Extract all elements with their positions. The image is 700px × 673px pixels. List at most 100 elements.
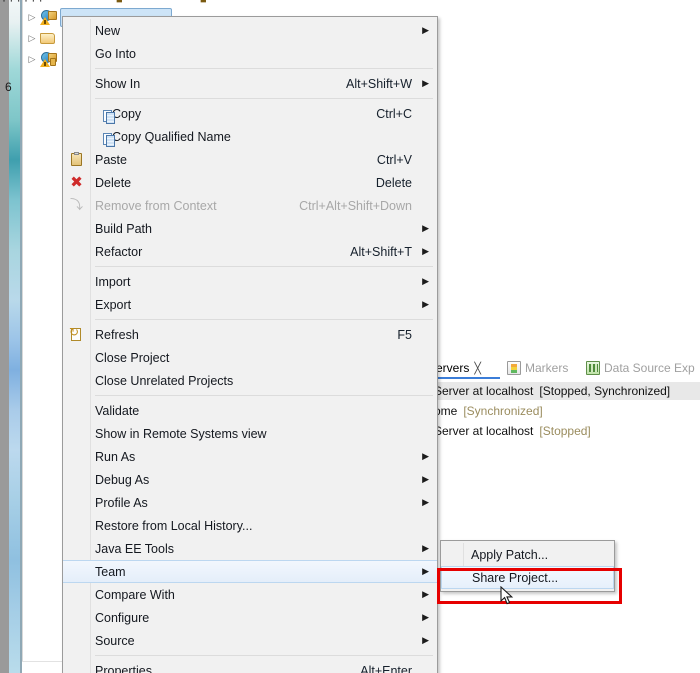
menu-separator: [95, 68, 433, 69]
menu-item-label: Share Project...: [472, 570, 559, 585]
menu-item-shortcut: F5: [397, 327, 412, 342]
menu-item-remove-from-context[interactable]: ⤵ Remove from Context Ctrl+Alt+Shift+Down ▶: [63, 194, 437, 217]
delete-icon: ✖: [70, 173, 83, 191]
menu-item-import[interactable]: Import ▶: [63, 270, 437, 293]
menu-item-label: Copy Qualified Name: [112, 129, 231, 144]
menu-item-shortcut: Alt+Enter: [360, 663, 412, 673]
menu-item-restore-from-local-history[interactable]: Restore from Local History... ▶: [63, 514, 437, 537]
menu-item-label: Source: [95, 633, 135, 648]
menu-item-source[interactable]: Source ▶: [63, 629, 437, 652]
menu-item-paste[interactable]: Paste Ctrl+V ▶: [63, 148, 437, 171]
close-icon[interactable]: ╳: [474, 362, 481, 375]
submenu-arrow-spacer: ▶: [421, 376, 429, 386]
window-left-gutter: [0, 0, 9, 673]
menu-item-label: Team: [95, 564, 126, 579]
menu-separator: [95, 98, 433, 99]
submenu-arrow-icon: ▶: [422, 223, 429, 234]
submenu-arrow-icon: ▶: [422, 635, 429, 646]
menu-item-configure[interactable]: Configure ▶: [63, 606, 437, 629]
submenu-arrow-spacer: ▶: [421, 201, 429, 211]
menu-item-label: Run As: [95, 449, 136, 464]
submenu-arrow-spacer: ▶: [421, 178, 429, 188]
editor-partial-number: 6: [5, 80, 12, 94]
tab-servers[interactable]: ervers ╳: [436, 358, 481, 378]
menu-item-compare-with[interactable]: Compare With ▶: [63, 583, 437, 606]
menu-item-label: Compare With: [95, 587, 175, 602]
menu-item-validate[interactable]: Validate ▶: [63, 399, 437, 422]
menu-item-export[interactable]: Export ▶: [63, 293, 437, 316]
server-row[interactable]: Server at localhost [Stopped, Synchroniz…: [434, 382, 700, 400]
submenu-arrow-icon: ▶: [422, 543, 429, 554]
submenu-arrow-spacer: ▶: [421, 49, 429, 59]
vertical-color-strip: [9, 0, 20, 673]
menu-item-copy-qualified-name[interactable]: Copy Qualified Name ▶: [63, 125, 437, 148]
submenu-arrow-icon: ▶: [422, 566, 429, 577]
menu-separator: [95, 395, 433, 396]
menu-item-label: Paste: [95, 152, 127, 167]
menu-item-debug-as[interactable]: Debug As ▶: [63, 468, 437, 491]
menu-item-delete[interactable]: ✖ Delete Delete ▶: [63, 171, 437, 194]
project-context-menu[interactable]: New ▶ Go Into ▶ Show In Alt+Shift+W ▶ Copy Ctrl+…: [62, 16, 438, 673]
menu-item-shortcut: Ctrl+Alt+Shift+Down: [299, 198, 412, 213]
menu-item-label: Close Project: [95, 350, 170, 365]
server-state: [Stopped, Synchronized]: [539, 384, 671, 398]
submenu-arrow-icon: ▶: [422, 78, 429, 89]
server-row[interactable]: ome [Synchronized]: [434, 402, 543, 420]
menu-item-label: Configure: [95, 610, 150, 625]
menu-item-show-in[interactable]: Show In Alt+Shift+W ▶: [63, 72, 437, 95]
server-row[interactable]: Server at localhost [Stopped]: [434, 422, 591, 440]
menu-item-label: Delete: [95, 175, 132, 190]
menu-item-team[interactable]: Team ▶: [63, 560, 437, 583]
menu-item-label: Copy: [112, 106, 142, 121]
menu-item-label: New: [95, 23, 121, 38]
menu-separator: [95, 266, 433, 267]
tab-markers[interactable]: Markers: [507, 358, 568, 378]
tab-data-source-explorer[interactable]: Data Source Exp: [586, 358, 695, 378]
tab-servers-label: ervers: [436, 361, 470, 375]
menu-item-shortcut: Ctrl+C: [376, 106, 412, 121]
menu-item-profile-as[interactable]: Profile As ▶: [63, 491, 437, 514]
menu-item-label: Show In: [95, 76, 141, 91]
menu-item-properties[interactable]: Properties Alt+Enter ▶: [63, 659, 437, 673]
tab-markers-label: Markers: [525, 361, 569, 375]
views-tab-strip[interactable]: ervers ╳ Markers Data Source Exp: [434, 357, 700, 379]
menu-item-new[interactable]: New ▶: [63, 19, 437, 42]
menu-item-close-unrelated-projects[interactable]: Close Unrelated Projects ▶: [63, 369, 437, 392]
menu-item-label: Close Unrelated Projects: [95, 373, 234, 388]
copy-qualified-name-icon: [100, 131, 117, 148]
menu-item-apply-patch[interactable]: Apply Patch...: [441, 543, 614, 566]
submenu-arrow-icon: ▶: [422, 299, 429, 310]
menu-item-run-as[interactable]: Run As ▶: [63, 445, 437, 468]
servers-view-body[interactable]: Server at localhost [Stopped, Synchroniz…: [434, 382, 700, 462]
submenu-arrow-spacer: ▶: [421, 429, 429, 439]
menu-item-java-ee-tools[interactable]: Java EE Tools ▶: [63, 537, 437, 560]
menu-item-close-project[interactable]: Close Project ▶: [63, 346, 437, 369]
menu-item-shortcut: Alt+Shift+T: [350, 244, 412, 259]
copy-icon: [100, 108, 117, 125]
submenu-arrow-icon: ▶: [422, 246, 429, 257]
menu-item-label: Properties: [95, 663, 152, 673]
menu-item-label: Refactor: [95, 244, 143, 259]
menu-item-copy[interactable]: Copy Ctrl+C ▶: [63, 102, 437, 125]
menu-item-refresh[interactable]: Refresh F5 ▶: [63, 323, 437, 346]
menu-item-label: Import: [95, 274, 131, 289]
menu-item-go-into[interactable]: Go Into ▶: [63, 42, 437, 65]
data-source-explorer-icon: [586, 361, 600, 375]
menu-item-share-project[interactable]: Share Project...: [441, 566, 614, 589]
submenu-arrow-icon: ▶: [422, 612, 429, 623]
menu-item-build-path[interactable]: Build Path ▶: [63, 217, 437, 240]
submenu-arrow-spacer: ▶: [421, 666, 429, 673]
menu-item-label: Build Path: [95, 221, 152, 236]
team-submenu[interactable]: Apply Patch... Share Project...: [440, 540, 615, 592]
menu-item-refactor[interactable]: Refactor Alt+Shift+T ▶: [63, 240, 437, 263]
menu-item-label: Java EE Tools: [95, 541, 174, 556]
submenu-arrow-spacer: ▶: [421, 406, 429, 416]
server-name: Server at localhost: [434, 424, 534, 438]
eclipse-ide-screenshot: ■ ■ ▷ ▷ ▷ · · · · · · 6 ervers ╳ Markers…: [0, 0, 700, 673]
menu-separator: [95, 319, 433, 320]
submenu-arrow-icon: ▶: [422, 497, 429, 508]
tab-data-source-explorer-label: Data Source Exp: [604, 361, 695, 375]
menu-item-show-in-remote-systems-view[interactable]: Show in Remote Systems view ▶: [63, 422, 437, 445]
menu-item-shortcut: Alt+Shift+W: [346, 76, 412, 91]
menu-item-label: Apply Patch...: [471, 547, 549, 562]
